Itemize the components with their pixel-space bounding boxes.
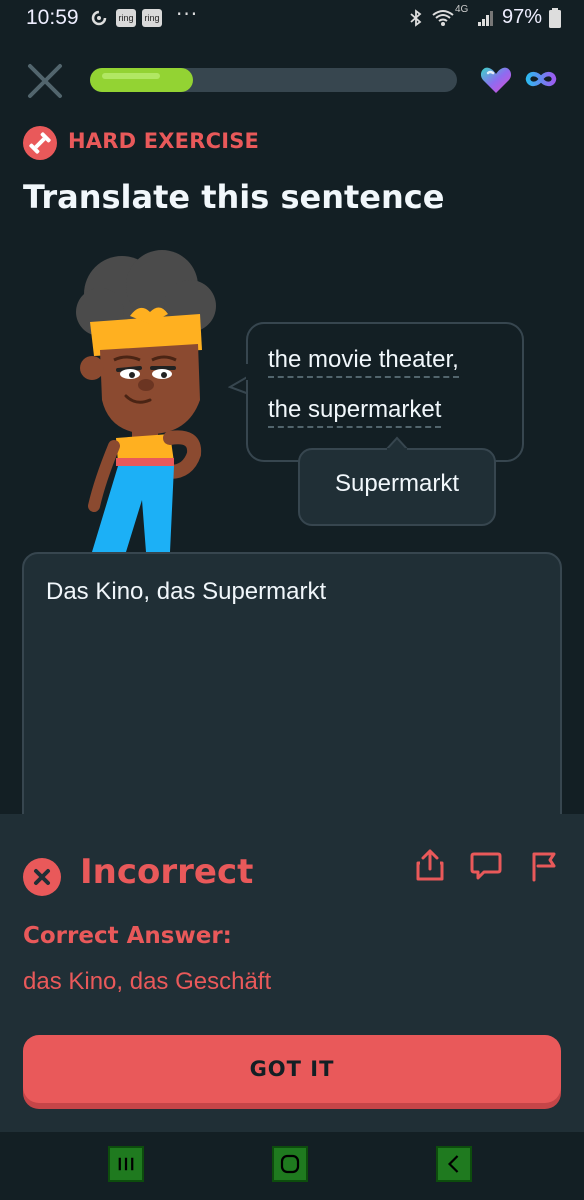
progress-fill bbox=[90, 68, 193, 92]
share-icon[interactable] bbox=[414, 848, 446, 882]
bluetooth-icon bbox=[410, 9, 422, 27]
close-button[interactable] bbox=[26, 62, 64, 100]
answer-input-text[interactable]: Das Kino, das Supermarkt bbox=[46, 578, 326, 606]
correct-answer-label: Correct Answer: bbox=[23, 923, 232, 949]
progress-shine bbox=[102, 73, 160, 79]
flag-icon[interactable] bbox=[528, 848, 560, 882]
battery-icon bbox=[549, 8, 561, 28]
dumbbell-icon bbox=[23, 126, 57, 160]
got-it-button[interactable]: GOT IT bbox=[23, 1035, 561, 1103]
prompt-text-1[interactable]: the movie theater, bbox=[268, 346, 459, 378]
ring-app-icon: ring bbox=[142, 9, 162, 27]
signal-icon bbox=[478, 11, 493, 26]
heart-icon[interactable] bbox=[480, 66, 512, 94]
wifi-icon bbox=[432, 10, 454, 26]
prompt-line-2[interactable]: the supermarket bbox=[268, 396, 442, 428]
correct-answer-text: das Kino, das Geschäft bbox=[23, 968, 272, 995]
lesson-progress-bar bbox=[90, 68, 457, 92]
hint-tooltip-text: Supermarkt bbox=[334, 470, 460, 497]
back-icon[interactable] bbox=[436, 1146, 472, 1182]
prompt-line-1[interactable]: the movie theater, bbox=[268, 346, 459, 378]
network-type: 4G bbox=[455, 4, 469, 15]
home-icon[interactable] bbox=[272, 1146, 308, 1182]
comment-icon[interactable] bbox=[470, 848, 502, 882]
infinity-icon bbox=[525, 71, 557, 87]
sync-icon bbox=[91, 10, 107, 26]
ring-app-icon: ring bbox=[116, 9, 136, 27]
battery-percent: 97% bbox=[502, 6, 543, 28]
character-illustration bbox=[76, 250, 216, 552]
incorrect-icon bbox=[23, 858, 61, 896]
result-status: Incorrect bbox=[80, 852, 254, 892]
status-time: 10:59 bbox=[26, 6, 79, 29]
status-bar: 10:59 ring ring ··· 4G 97% bbox=[0, 0, 584, 36]
got-it-label: GOT IT bbox=[249, 1057, 335, 1081]
page-title: Translate this sentence bbox=[23, 178, 445, 216]
more-notifications-icon: ··· bbox=[176, 2, 199, 26]
exercise-tag: HARD EXERCISE bbox=[68, 129, 260, 153]
recents-icon[interactable] bbox=[108, 1146, 144, 1182]
prompt-text-2[interactable]: the supermarket bbox=[268, 396, 442, 428]
